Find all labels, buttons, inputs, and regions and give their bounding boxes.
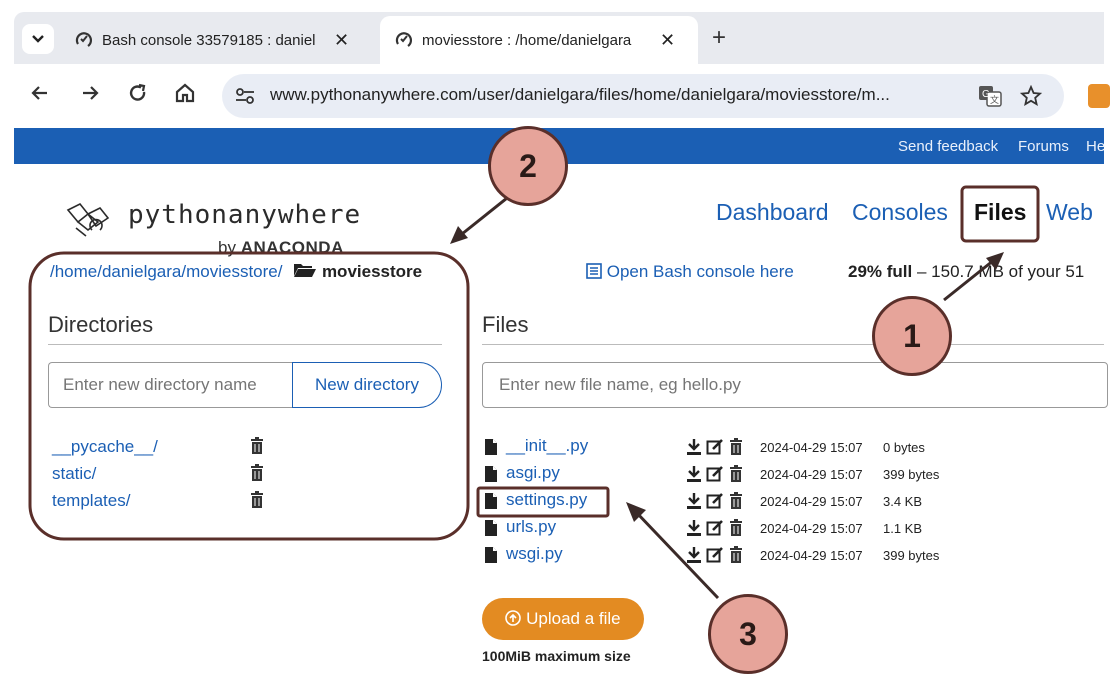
callout-frame-directories bbox=[28, 251, 470, 541]
annotation-overlay bbox=[28, 185, 1040, 600]
callout-badge-1: 1 bbox=[872, 296, 952, 376]
callout-arrow-2 bbox=[461, 192, 513, 236]
callout-frame-settings bbox=[476, 486, 610, 518]
callout-arrow-3 bbox=[634, 510, 720, 600]
callout-badge-3: 3 bbox=[708, 594, 788, 674]
arrowhead-icon bbox=[450, 226, 468, 244]
callout-badge-2: 2 bbox=[488, 126, 568, 206]
callout-arrow-1 bbox=[943, 258, 995, 302]
arrowhead-icon bbox=[986, 252, 1004, 270]
callout-frame-files-nav bbox=[960, 185, 1040, 243]
